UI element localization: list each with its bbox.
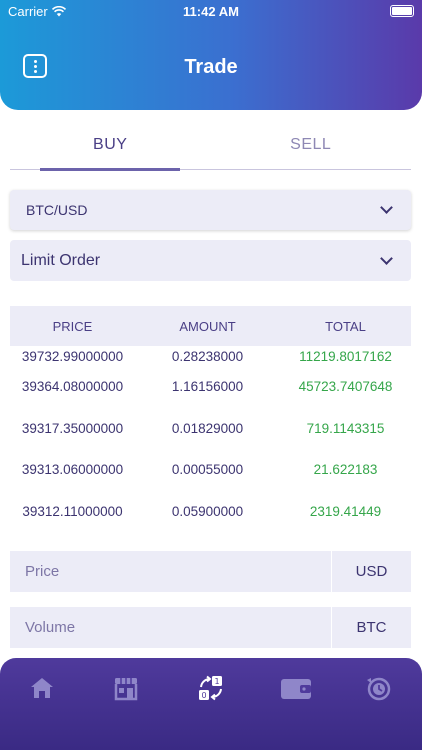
row-amount: 0.00055000	[171, 462, 244, 478]
row-price: 39317.35000000	[21, 420, 124, 436]
table-row[interactable]: 39313.06000000 0.00055000 21.622183	[10, 449, 411, 491]
row-price: 39313.06000000	[21, 462, 124, 478]
order-book-rows[interactable]: 39732.99000000 0.28238000 11219.8017162 …	[10, 346, 411, 532]
volume-input[interactable]	[10, 607, 331, 648]
tab-buy[interactable]: BUY	[10, 126, 211, 169]
column-price: PRICE	[52, 318, 93, 334]
market-icon[interactable]	[112, 674, 140, 702]
chevron-down-icon	[380, 201, 393, 214]
row-price: 39312.11000000	[22, 503, 123, 519]
price-field: USD	[10, 551, 411, 592]
pair-select-value: BTC/USD	[26, 202, 88, 218]
home-icon[interactable]	[28, 674, 56, 702]
header: Carrier 11:42 AM Trade	[0, 0, 422, 110]
svg-text:0: 0	[201, 691, 206, 700]
table-row[interactable]: 39317.35000000 0.01829000 719.1143315	[10, 408, 411, 450]
pair-select[interactable]: BTC/USD	[10, 190, 411, 230]
bottom-nav: 1 0	[0, 658, 422, 750]
order-type-select[interactable]: Limit Order	[10, 240, 411, 281]
price-unit: USD	[331, 551, 411, 592]
price-input[interactable]	[10, 551, 331, 592]
battery-icon	[390, 5, 414, 17]
row-price: 39364.08000000	[21, 379, 124, 395]
tab-sell[interactable]: SELL	[211, 126, 412, 169]
order-book-header: PRICE AMOUNT TOTAL	[10, 306, 411, 346]
active-tab-indicator	[40, 168, 180, 171]
table-row[interactable]: 39312.11000000 0.05900000 2319.41449	[10, 491, 411, 533]
row-total: 45723.7407648	[298, 379, 393, 395]
page-title: Trade	[184, 56, 238, 78]
trade-tabs: BUY SELL	[10, 126, 412, 171]
row-total: 11219.8017162	[299, 348, 392, 364]
chevron-down-icon	[380, 251, 393, 265]
row-amount: 1.16156000	[171, 379, 244, 395]
row-total: 21.622183	[313, 462, 378, 478]
order-type-value: Limit Order	[21, 251, 101, 269]
row-total: 2319.41449	[309, 503, 382, 519]
table-row[interactable]: 39364.08000000 1.16156000 45723.7407648	[10, 366, 411, 408]
clock: 11:42 AM	[183, 4, 239, 19]
svg-text:1: 1	[214, 677, 219, 686]
volume-field: BTC	[10, 607, 411, 648]
column-amount: AMOUNT	[179, 318, 236, 334]
row-amount: 0.28238000	[171, 348, 244, 364]
row-amount: 0.01829000	[171, 420, 244, 436]
row-total: 719.1143315	[306, 420, 385, 436]
column-total: TOTAL	[325, 318, 366, 334]
status-bar: Carrier 11:42 AM	[0, 0, 422, 24]
wallet-icon[interactable]	[280, 674, 312, 702]
row-price: 39732.99000000	[21, 348, 124, 364]
table-row[interactable]: 39732.99000000 0.28238000 11219.8017162	[10, 346, 411, 366]
trade-icon[interactable]: 1 0	[197, 674, 225, 702]
history-icon[interactable]	[365, 674, 393, 702]
volume-unit: BTC	[331, 607, 411, 648]
row-amount: 0.05900000	[171, 503, 244, 519]
